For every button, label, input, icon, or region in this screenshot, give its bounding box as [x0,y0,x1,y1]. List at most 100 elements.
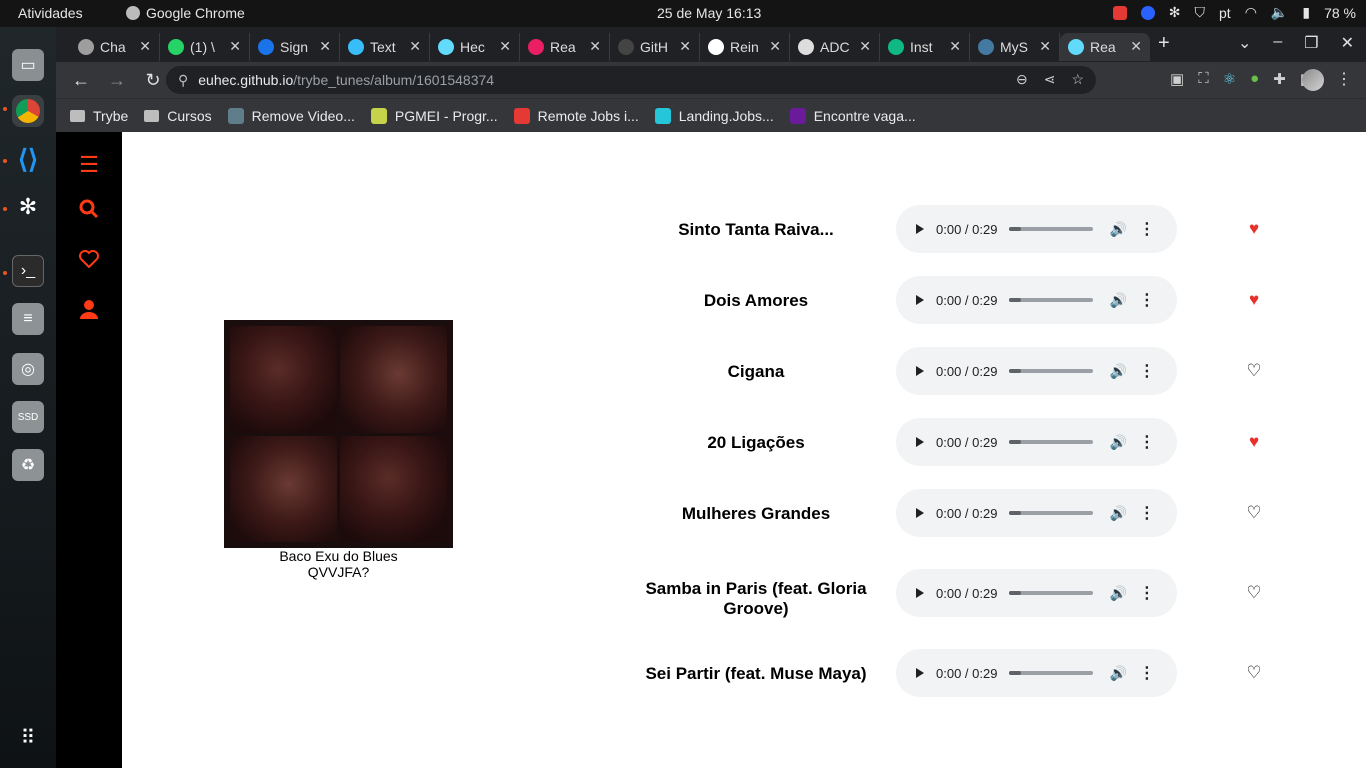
more-options-icon[interactable]: ⋮ [1139,663,1155,683]
tab-close-icon[interactable]: ✕ [319,38,331,55]
play-icon[interactable] [916,588,924,598]
tab-search-icon[interactable]: ⌄ [1238,33,1251,53]
more-options-icon[interactable]: ⋮ [1139,219,1155,239]
profile-avatar[interactable] [1302,69,1324,91]
volume-icon[interactable]: 🔊 [1109,363,1126,380]
audio-player[interactable]: 0:00 / 0:29 🔊 ⋮ [896,489,1177,537]
slack-tray-icon[interactable]: ✻ [1169,4,1181,21]
camera-icon[interactable]: ▣ [1170,70,1184,88]
maximize-icon[interactable]: ❐ [1304,33,1318,53]
trash-icon[interactable]: ♻ [12,449,44,481]
tab-close-icon[interactable]: ✕ [409,38,421,55]
seek-bar[interactable] [1009,298,1094,302]
bookmark-item[interactable]: Landing.Jobs... [654,107,774,124]
tab-close-icon[interactable]: ✕ [859,38,871,55]
profile-user-icon[interactable] [76,296,102,322]
ssd-icon[interactable]: SSD [12,401,44,433]
share-icon[interactable]: ⋖ [1044,71,1056,88]
browser-tab[interactable]: Rea ✕ [1060,32,1150,61]
tab-close-icon[interactable]: ✕ [679,38,691,55]
tab-close-icon[interactable]: ✕ [1130,38,1142,55]
seek-bar[interactable] [1009,591,1094,595]
text-editor-icon[interactable]: ≡ [12,303,44,335]
bookmark-item[interactable]: Trybe [70,108,128,124]
react-devtools-icon[interactable]: ⚛ [1223,70,1236,88]
browser-tab[interactable]: Inst ✕ [880,32,970,61]
volume-icon[interactable]: 🔊 [1109,505,1126,522]
forward-icon[interactable]: → [106,70,128,91]
slack-icon[interactable]: ✻ [12,191,44,223]
tab-close-icon[interactable]: ✕ [139,38,151,55]
favorite-heart-icon[interactable]: ♡ [1244,583,1264,603]
tab-close-icon[interactable]: ✕ [949,38,961,55]
site-info-icon[interactable]: ⚲ [178,72,188,89]
back-icon[interactable]: ← [70,70,92,91]
audio-player[interactable]: 0:00 / 0:29 🔊 ⋮ [896,649,1177,697]
browser-tab[interactable]: Text ✕ [340,32,430,61]
search-icon[interactable] [76,196,102,222]
play-icon[interactable] [916,366,924,376]
play-icon[interactable] [916,668,924,678]
zoom-icon[interactable]: ⊖ [1016,71,1028,88]
browser-tab[interactable]: Cha ✕ [70,32,160,61]
new-tab-button[interactable]: + [1158,32,1170,55]
bookmark-item[interactable]: Cursos [144,108,212,124]
browser-tab[interactable]: Sign ✕ [250,32,340,61]
audio-player[interactable]: 0:00 / 0:29 🔊 ⋮ [896,276,1177,324]
screenshot-icon[interactable]: ⛶ [1198,70,1209,88]
extensions-puzzle-icon[interactable]: ✚ [1273,70,1286,88]
favorite-heart-icon[interactable]: ♥ [1244,290,1264,310]
activities-button[interactable]: Atividades [18,5,83,21]
shield-icon[interactable]: ⛉ [1195,4,1206,21]
seek-bar[interactable] [1009,440,1094,444]
tab-close-icon[interactable]: ✕ [769,38,781,55]
more-options-icon[interactable]: ⋮ [1139,503,1155,523]
more-options-icon[interactable]: ⋮ [1139,583,1155,603]
browser-tab[interactable]: (1) \ ✕ [160,32,250,61]
more-options-icon[interactable]: ⋮ [1139,290,1155,310]
address-bar[interactable]: ⚲ euhec.github.io/trybe_tunes/album/1601… [166,66,1096,94]
language-indicator[interactable]: pt [1219,5,1231,21]
seek-bar[interactable] [1009,511,1094,515]
play-icon[interactable] [916,295,924,305]
browser-tab[interactable]: Rein ✕ [700,32,790,61]
play-icon[interactable] [916,508,924,518]
chrome-dock-icon[interactable] [12,95,44,127]
browser-tab[interactable]: MyS ✕ [970,32,1060,61]
bookmark-item[interactable]: Remove Video... [227,107,355,124]
menu-icon[interactable]: ⋮ [1336,69,1352,89]
anydesk-icon[interactable] [1112,5,1127,20]
show-apps-icon[interactable]: ⠿ [12,721,44,753]
menu-hamburger-icon[interactable]: ☰ [76,152,102,178]
play-icon[interactable] [916,437,924,447]
frog-extension-icon[interactable]: ● [1250,70,1259,88]
disk-icon[interactable]: ◎ [12,353,44,385]
files-icon[interactable]: ▭ [12,49,44,81]
volume-icon[interactable]: 🔊 [1109,665,1126,682]
audio-player[interactable]: 0:00 / 0:29 🔊 ⋮ [896,347,1177,395]
app-menu[interactable]: Google Chrome [126,5,245,21]
volume-icon[interactable]: 🔊 [1109,434,1126,451]
vscode-icon[interactable]: ⟨⟩ [12,143,44,175]
terminal-icon[interactable]: ›_ [12,255,44,287]
audio-player[interactable]: 0:00 / 0:29 🔊 ⋮ [896,569,1177,617]
reload-icon[interactable]: ↻ [142,70,164,91]
favorite-heart-icon[interactable]: ♥ [1244,432,1264,452]
favorite-heart-icon[interactable]: ♡ [1244,663,1264,683]
audio-player[interactable]: 0:00 / 0:29 🔊 ⋮ [896,418,1177,466]
favorite-heart-icon[interactable]: ♥ [1244,219,1264,239]
play-icon[interactable] [916,224,924,234]
close-window-icon[interactable]: ✕ [1341,33,1354,53]
more-options-icon[interactable]: ⋮ [1139,361,1155,381]
tab-close-icon[interactable]: ✕ [229,38,241,55]
tab-close-icon[interactable]: ✕ [589,38,601,55]
bookmark-item[interactable]: Encontre vaga... [789,107,916,124]
seek-bar[interactable] [1009,227,1094,231]
browser-tab[interactable]: ADC ✕ [790,32,880,61]
volume-icon[interactable]: 🔊 [1109,221,1126,238]
system-tray[interactable]: ✻ ⛉ pt ◠ 🔈 ▮ 78 % [1112,4,1356,21]
bookmark-item[interactable]: Remote Jobs i... [513,107,639,124]
favorite-heart-icon[interactable]: ♡ [1244,503,1264,523]
bookmark-item[interactable]: PGMEI - Progr... [370,107,498,124]
browser-tab[interactable]: GitH ✕ [610,32,700,61]
